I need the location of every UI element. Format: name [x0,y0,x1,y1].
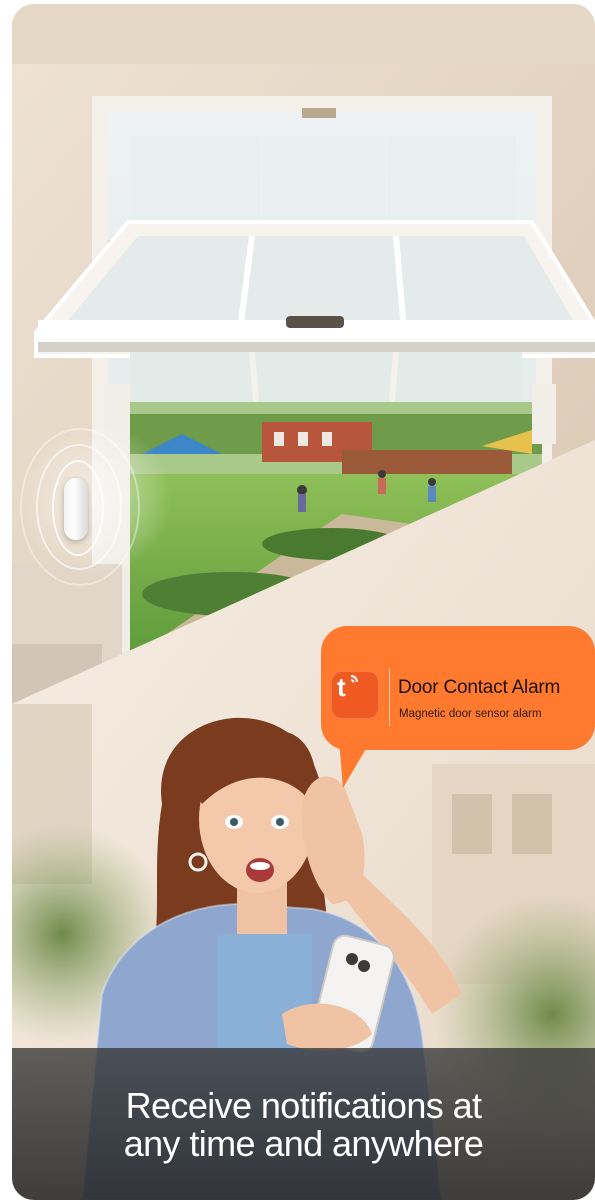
caption-line-1: Receive notifications at [125,1085,482,1126]
door-sensor [64,478,88,540]
notification-subtitle: Magnetic door sensor alarm [399,708,542,720]
notification-divider [389,668,390,726]
tuya-logo-icon: t [337,672,358,701]
product-image: t Door Contact Alarm Magnetic door senso… [12,4,595,1200]
notification-title: Door Contact Alarm [398,677,561,698]
svg-text:t: t [337,672,346,701]
caption-text: Receive notifications at any time and an… [12,1087,595,1163]
caption-line-2: any time and anywhere [123,1123,484,1164]
tuya-app-icon: t [331,671,379,719]
